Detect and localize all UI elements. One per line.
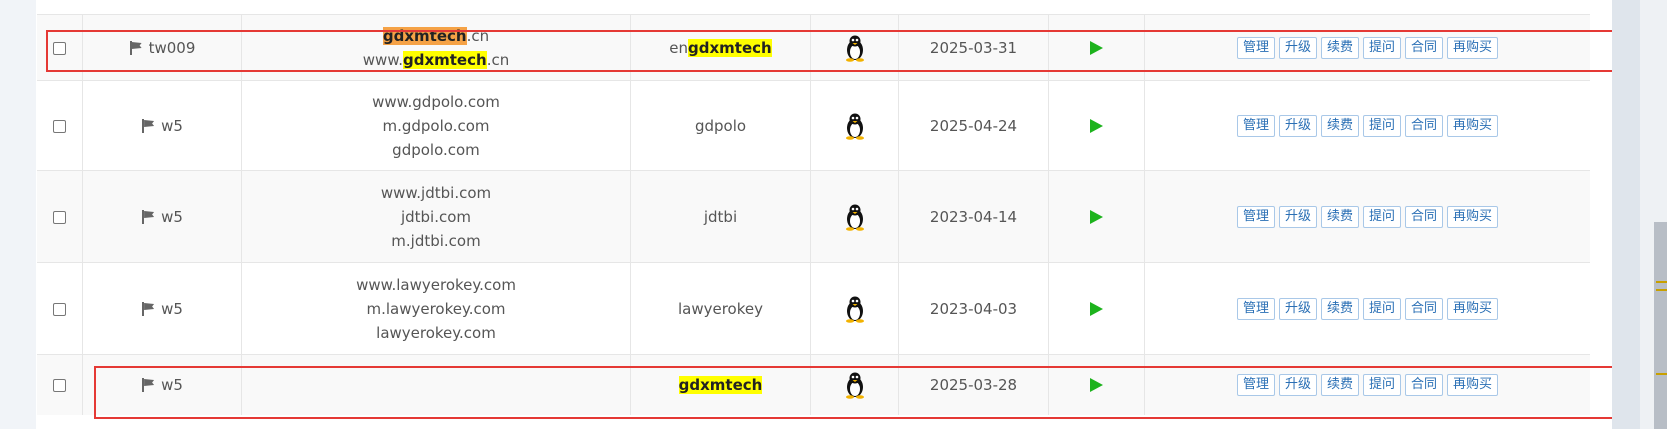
owner-cell: w5 <box>83 171 242 263</box>
status-cell <box>1049 81 1145 171</box>
contract-button[interactable]: 合同 <box>1405 115 1444 137</box>
linux-penguin-icon <box>845 113 864 140</box>
renew-button[interactable]: 续费 <box>1320 206 1359 228</box>
os-cell <box>811 81 899 171</box>
domains-cell: www.gdpolo.com m.gdpolo.com gdpolo.com <box>242 81 631 171</box>
flag-icon <box>141 119 155 133</box>
linux-penguin-icon <box>845 296 864 323</box>
domains-cell: www.jdtbi.com jdtbi.com m.jdtbi.com <box>242 171 631 263</box>
rebuy-button[interactable]: 再购买 <box>1447 115 1499 137</box>
expiry-date: 2025-04-24 <box>929 117 1018 135</box>
scroll-marker <box>1656 281 1667 291</box>
actions-cell: 管理 升级 续费 提问 合同 再购买 <box>1145 263 1590 355</box>
domain-line: lawyerokey.com <box>376 324 496 342</box>
os-cell <box>811 171 899 263</box>
actions-cell: 管理 升级 续费 提问 合同 再购买 <box>1145 171 1590 263</box>
owner-label: w5 <box>161 300 183 318</box>
os-cell <box>811 263 899 355</box>
linux-penguin-icon <box>845 204 864 231</box>
site-name: gdpolo <box>694 117 747 135</box>
manage-button[interactable]: 管理 <box>1236 206 1275 228</box>
upgrade-button[interactable]: 升级 <box>1278 115 1317 137</box>
expiry-date: 2023-04-14 <box>929 208 1018 226</box>
renew-button[interactable]: 续费 <box>1320 115 1359 137</box>
domain-line: m.gdpolo.com <box>382 117 490 135</box>
domain-line: m.jdtbi.com <box>391 232 481 250</box>
expiry-cell: 2023-04-14 <box>899 171 1049 263</box>
owner-cell: w5 <box>83 263 242 355</box>
play-icon[interactable] <box>1090 119 1103 133</box>
domain-line: www.jdtbi.com <box>380 184 492 202</box>
name-cell: lawyerokey <box>631 263 811 355</box>
table-row: w5 www.jdtbi.com jdtbi.com m.jdtbi.com j… <box>37 170 1590 263</box>
domain-line: www.gdpolo.com <box>372 93 500 111</box>
play-icon[interactable] <box>1090 302 1103 316</box>
domain-line: jdtbi.com <box>400 208 472 226</box>
row-checkbox[interactable] <box>53 302 66 316</box>
play-icon[interactable] <box>1090 210 1103 224</box>
scroll-marker <box>1656 373 1667 375</box>
name-cell: jdtbi <box>631 171 811 263</box>
annotation-box-top <box>46 30 1667 72</box>
domains-cell: www.lawyerokey.com m.lawyerokey.com lawy… <box>242 263 631 355</box>
ask-button[interactable]: 提问 <box>1363 115 1402 137</box>
select-cell <box>37 263 83 355</box>
renew-button[interactable]: 续费 <box>1320 298 1359 320</box>
manage-button[interactable]: 管理 <box>1236 115 1275 137</box>
select-cell <box>37 355 83 415</box>
expiry-date: 2023-04-03 <box>929 300 1018 318</box>
owner-label: w5 <box>161 117 183 135</box>
table-row: w5 www.gdpolo.com m.gdpolo.com gdpolo.co… <box>37 80 1590 171</box>
row-checkbox[interactable] <box>53 119 66 133</box>
contract-button[interactable]: 合同 <box>1405 206 1444 228</box>
flag-icon <box>141 302 155 316</box>
upgrade-button[interactable]: 升级 <box>1278 298 1317 320</box>
contract-button[interactable]: 合同 <box>1405 298 1444 320</box>
owner-label: w5 <box>161 208 183 226</box>
expiry-cell: 2025-04-24 <box>899 81 1049 171</box>
annotation-box-bottom <box>94 366 1618 419</box>
domain-line: m.lawyerokey.com <box>366 300 506 318</box>
row-checkbox[interactable] <box>53 378 66 392</box>
select-cell <box>37 81 83 171</box>
owner-cell: w5 <box>83 81 242 171</box>
site-name: jdtbi <box>703 208 738 226</box>
scrollbar-thumb[interactable] <box>1654 222 1667 429</box>
domain-line: gdpolo.com <box>392 141 480 159</box>
upgrade-button[interactable]: 升级 <box>1278 206 1317 228</box>
manage-button[interactable]: 管理 <box>1236 298 1275 320</box>
left-gutter <box>0 0 36 429</box>
row-checkbox[interactable] <box>53 210 66 224</box>
flag-icon <box>141 210 155 224</box>
name-cell: gdpolo <box>631 81 811 171</box>
domain-line: www.lawyerokey.com <box>356 276 516 294</box>
ask-button[interactable]: 提问 <box>1363 206 1402 228</box>
rebuy-button[interactable]: 再购买 <box>1447 206 1499 228</box>
select-cell <box>37 171 83 263</box>
site-name: lawyerokey <box>677 300 763 318</box>
status-cell <box>1049 171 1145 263</box>
expiry-cell: 2023-04-03 <box>899 263 1049 355</box>
table-row: w5 www.lawyerokey.com m.lawyerokey.com l… <box>37 262 1590 355</box>
actions-cell: 管理 升级 续费 提问 合同 再购买 <box>1145 81 1590 171</box>
ask-button[interactable]: 提问 <box>1363 298 1402 320</box>
status-cell <box>1049 263 1145 355</box>
rebuy-button[interactable]: 再购买 <box>1447 298 1499 320</box>
